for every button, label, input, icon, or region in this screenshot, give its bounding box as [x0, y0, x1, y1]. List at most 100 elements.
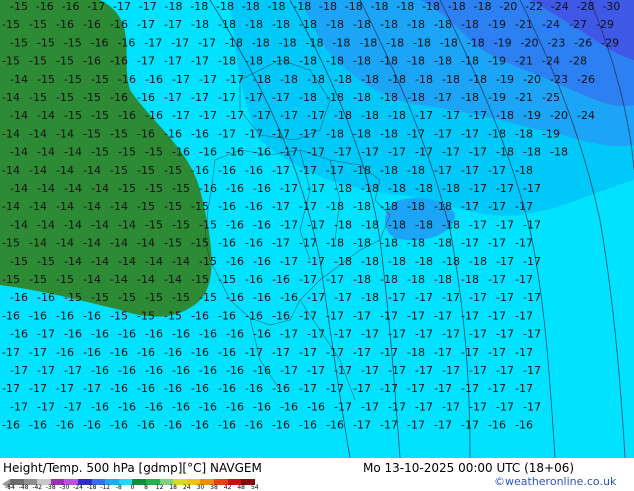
temperature-label: -18 — [307, 73, 325, 86]
temperature-label: -18 — [523, 146, 541, 159]
temperature-label: -16 — [226, 328, 244, 341]
temperature-label: -18 — [407, 200, 425, 213]
temperature-label: -17 — [10, 400, 28, 413]
temperature-label: -16 — [191, 127, 209, 140]
temperature-label: -16 — [2, 419, 20, 432]
temperature-label: -14 — [56, 237, 74, 250]
temperature-label: -16 — [37, 291, 55, 304]
temperature-label: -17 — [10, 364, 28, 377]
temperature-label: -16 — [253, 218, 271, 231]
temperature-label: -17 — [307, 291, 325, 304]
temperature-label: -17 — [198, 36, 216, 49]
temperature-label: -18 — [306, 36, 324, 49]
temperature-label: -15 — [199, 218, 217, 231]
temperature-label: -14 — [64, 255, 82, 268]
temperature-label: -16 — [253, 291, 271, 304]
temperature-label: -17 — [280, 364, 298, 377]
temperature-label: -18 — [407, 91, 425, 104]
temperature-label: -18 — [252, 36, 270, 49]
temperature-label: -16 — [272, 273, 290, 286]
temperature-label: -18 — [361, 291, 379, 304]
temperature-label: -18 — [396, 0, 414, 13]
temperature-label: -16 — [226, 364, 244, 377]
temperature-label: -16 — [29, 419, 47, 432]
temperature-label: -17 — [172, 109, 190, 122]
temperature-label: -16 — [56, 18, 74, 31]
temperature-label: -14 — [145, 255, 163, 268]
temperature-label: -18 — [434, 18, 452, 31]
temperature-label: -16 — [164, 419, 182, 432]
temperature-label: -16 — [326, 419, 344, 432]
credit-link[interactable]: ©weatheronline.co.uk — [494, 475, 616, 489]
temperature-label: -17 — [307, 218, 325, 231]
temperature-label: -17 — [523, 328, 541, 341]
temperature-label: -16 — [226, 218, 244, 231]
temperature-label: -18 — [469, 255, 487, 268]
temperature-label: -16 — [110, 91, 128, 104]
temperature-label: -14 — [110, 200, 128, 213]
temperature-label: -17 — [299, 273, 317, 286]
temperature-label: -16 — [29, 309, 47, 322]
temperature-label: -17 — [388, 400, 406, 413]
temperature-label: -17 — [139, 0, 157, 13]
temperature-label: -14 — [83, 237, 101, 250]
temperature-label: -18 — [361, 255, 379, 268]
temperature-label: -18 — [461, 18, 479, 31]
temperature-label: -17 — [434, 127, 452, 140]
temperature-label: -18 — [345, 0, 363, 13]
temperature-label: -16 — [226, 255, 244, 268]
temperature-label: -15 — [64, 109, 82, 122]
temperature-label: -14 — [10, 146, 28, 159]
temperature-label: -19 — [488, 55, 506, 68]
temperature-label: -18 — [515, 127, 533, 140]
temperature-label: -16 — [218, 309, 236, 322]
temperature-label: -18 — [218, 55, 236, 68]
temperature-label: -16 — [280, 400, 298, 413]
temperature-label: -15 — [91, 146, 109, 159]
temperature-label: -18 — [388, 73, 406, 86]
temperature-label: -15 — [83, 127, 101, 140]
temperature-label: -17 — [388, 291, 406, 304]
temperature-label: -18 — [272, 18, 290, 31]
temperature-label: -18 — [326, 237, 344, 250]
temperature-label: -16 — [2, 309, 20, 322]
temperature-label: -15 — [164, 309, 182, 322]
temperature-label: -18 — [434, 200, 452, 213]
temperature-label: -15 — [137, 200, 155, 213]
temperature-label: -14 — [2, 127, 20, 140]
temperature-label: -14 — [37, 146, 55, 159]
temperature-label: -18 — [407, 346, 425, 359]
temperature-label: -18 — [496, 146, 514, 159]
temperature-label: -18 — [334, 255, 352, 268]
temperature-label: -17 — [334, 364, 352, 377]
temperature-label: -14 — [64, 182, 82, 195]
temperature-label: -17 — [272, 91, 290, 104]
temperature-label: -17 — [461, 346, 479, 359]
temperature-label: -18 — [388, 218, 406, 231]
temperature-label: -14 — [37, 109, 55, 122]
temperature-label: -17 — [280, 146, 298, 159]
temperature-label: -18 — [550, 146, 568, 159]
temperature-label: -16 — [10, 328, 28, 341]
temperature-label: -30 — [602, 0, 620, 13]
temperature-label: -15 — [56, 55, 74, 68]
temperature-label: -17 — [407, 309, 425, 322]
temperature-label: -18 — [190, 0, 208, 13]
temperature-label: -14 — [2, 200, 20, 213]
temperature-label: -23 — [550, 73, 568, 86]
temperature-label: -15 — [172, 182, 190, 195]
temperature-label: -18 — [361, 182, 379, 195]
temperature-label: -18 — [353, 18, 371, 31]
temperature-label: -15 — [2, 237, 20, 250]
temperature-label: -15 — [2, 55, 20, 68]
temperature-label: -17 — [434, 309, 452, 322]
temperature-label: -17 — [388, 364, 406, 377]
temperature-label: -17 — [469, 328, 487, 341]
temperature-label: -15 — [29, 91, 47, 104]
temperature-label: -16 — [56, 309, 74, 322]
temperature-label: -18 — [319, 0, 337, 13]
temperature-label: -16 — [488, 419, 506, 432]
temperature-label: -17 — [299, 164, 317, 177]
temperature-label: -16 — [515, 419, 533, 432]
temperature-label: -17 — [442, 291, 460, 304]
